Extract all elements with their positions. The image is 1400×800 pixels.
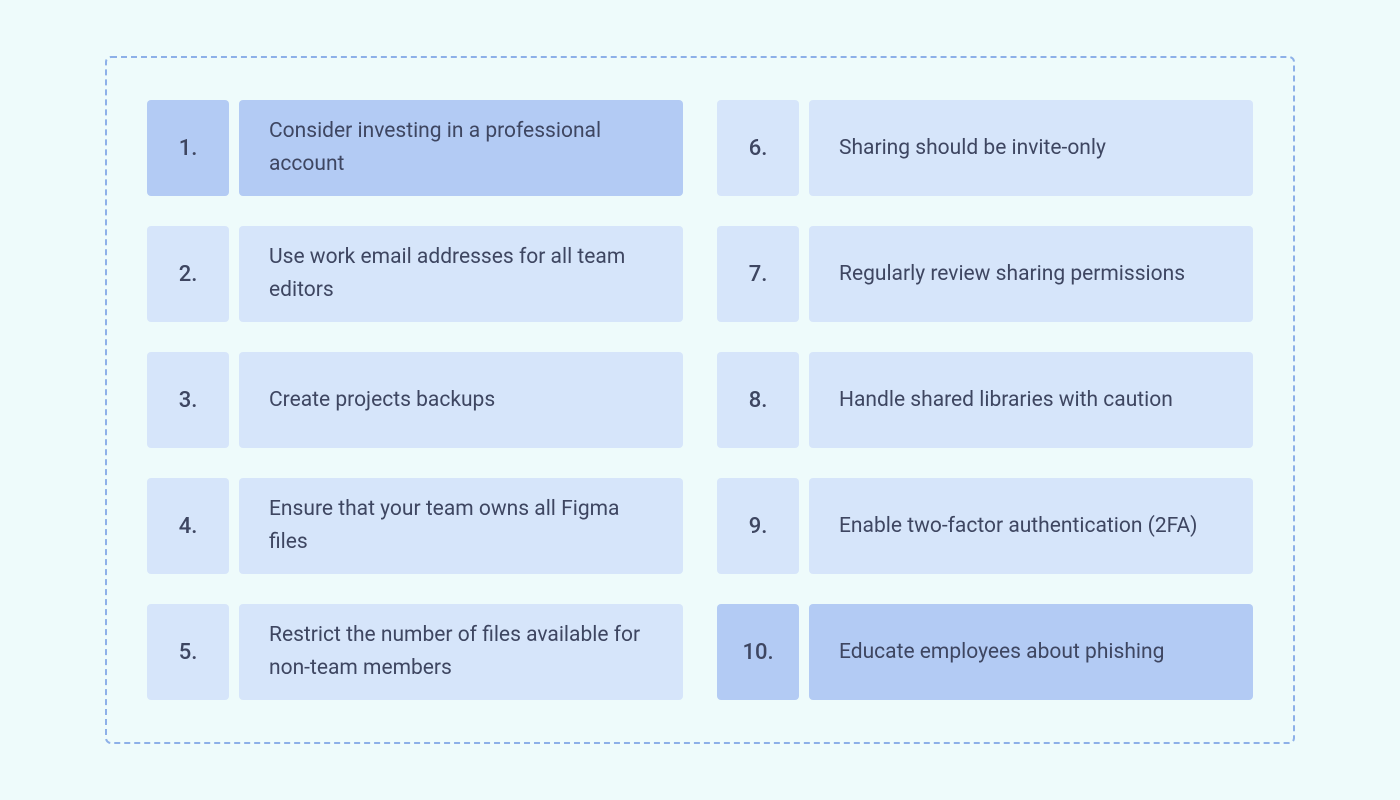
- list-item: 3. Create projects backups: [147, 352, 683, 448]
- item-number: 1.: [147, 100, 229, 196]
- list-item: 8. Handle shared libraries with caution: [717, 352, 1253, 448]
- item-text: Handle shared libraries with caution: [809, 352, 1253, 448]
- list-item: 1. Consider investing in a professional …: [147, 100, 683, 196]
- list-item: 2. Use work email addresses for all team…: [147, 226, 683, 322]
- item-text: Ensure that your team owns all Figma fil…: [239, 478, 683, 574]
- list-item: 9. Enable two-factor authentication (2FA…: [717, 478, 1253, 574]
- item-number: 9.: [717, 478, 799, 574]
- item-number: 10.: [717, 604, 799, 700]
- item-text: Restrict the number of files available f…: [239, 604, 683, 700]
- item-number: 5.: [147, 604, 229, 700]
- item-text: Sharing should be invite-only: [809, 100, 1253, 196]
- list-item: 6. Sharing should be invite-only: [717, 100, 1253, 196]
- tips-column-left: 1. Consider investing in a professional …: [147, 100, 683, 700]
- item-number: 6.: [717, 100, 799, 196]
- item-number: 7.: [717, 226, 799, 322]
- item-text: Educate employees about phishing: [809, 604, 1253, 700]
- item-number: 3.: [147, 352, 229, 448]
- tips-column-right: 6. Sharing should be invite-only 7. Regu…: [717, 100, 1253, 700]
- list-item: 10. Educate employees about phishing: [717, 604, 1253, 700]
- tips-list-container: 1. Consider investing in a professional …: [105, 56, 1295, 744]
- list-item: 7. Regularly review sharing permissions: [717, 226, 1253, 322]
- item-text: Create projects backups: [239, 352, 683, 448]
- item-text: Regularly review sharing permissions: [809, 226, 1253, 322]
- item-text: Consider investing in a professional acc…: [239, 100, 683, 196]
- item-text: Use work email addresses for all team ed…: [239, 226, 683, 322]
- item-text: Enable two-factor authentication (2FA): [809, 478, 1253, 574]
- item-number: 8.: [717, 352, 799, 448]
- list-item: 5. Restrict the number of files availabl…: [147, 604, 683, 700]
- item-number: 4.: [147, 478, 229, 574]
- item-number: 2.: [147, 226, 229, 322]
- list-item: 4. Ensure that your team owns all Figma …: [147, 478, 683, 574]
